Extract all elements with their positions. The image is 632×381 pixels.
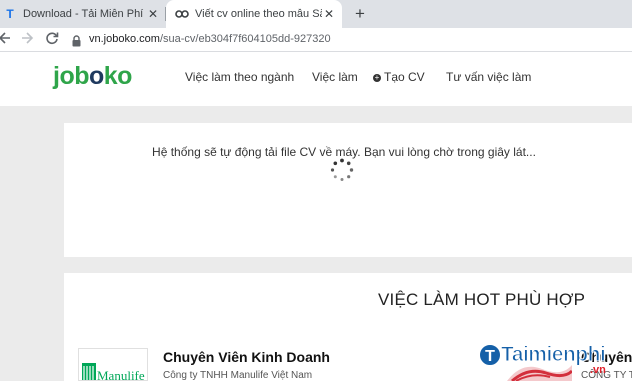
url-field[interactable]: vn.joboko.com/sua-cv/eb304f7f604105dd-92…	[89, 33, 331, 45]
tab-bar: T Download - Tải Miễn Phí VN - Ph ✕ Viết…	[0, 0, 632, 28]
hot-jobs-title: VIỆC LÀM HOT PHÙ HỢP	[378, 290, 586, 309]
nav-jobs-by-industry[interactable]: Việc làm theo ngành	[185, 70, 294, 84]
loading-card: Hệ thống sẽ tự động tải file CV về máy. …	[64, 123, 632, 257]
tab-title: Viết cv online theo mẫu Sắc màu	[195, 8, 322, 20]
taimienphi-watermark: T Taimienphi .vn	[478, 341, 632, 381]
nav-jobs[interactable]: Việc làm	[312, 70, 358, 84]
back-arrow-icon[interactable]	[0, 31, 12, 50]
nav-create-cv-label: Tạo CV	[384, 70, 425, 84]
logo-text-ko: ko	[103, 62, 133, 90]
job-title[interactable]: Chuyên Viên Kinh Doanh	[163, 349, 330, 365]
loading-spinner-icon	[330, 158, 354, 181]
logo-text-job: job	[53, 62, 90, 90]
reload-icon[interactable]	[45, 31, 59, 50]
tab-title: Download - Tải Miễn Phí VN - Ph	[23, 8, 146, 20]
watermark-badge: T	[478, 343, 502, 367]
close-tab-icon[interactable]: ✕	[322, 7, 336, 21]
job-company: Công ty TNHH Manulife Việt Nam	[163, 370, 313, 381]
forward-arrow-icon[interactable]	[20, 31, 34, 50]
lock-icon[interactable]	[72, 34, 81, 47]
address-toolbar: vn.joboko.com/sua-cv/eb304f7f604105dd-92…	[0, 28, 632, 52]
plus-circle-icon: +	[373, 73, 381, 82]
browser-tab-download[interactable]: T Download - Tải Miễn Phí VN - Ph ✕	[0, 0, 166, 28]
site-header: joboko Việc làm theo ngành Việc làm + Tạo…	[0, 53, 632, 106]
manulife-logo-text: Manulife	[97, 368, 145, 381]
taimienphi-favicon-icon: T	[6, 7, 14, 21]
browser-tab-joboko[interactable]: Viết cv online theo mẫu Sắc màu ✕	[166, 0, 342, 28]
url-domain: vn.joboko.com	[89, 33, 160, 45]
watermark-suffix: .vn	[590, 364, 606, 376]
close-tab-icon[interactable]: ✕	[146, 7, 160, 21]
new-tab-button[interactable]: +	[352, 5, 368, 23]
joboko-logo[interactable]: joboko	[53, 62, 132, 91]
nav-create-cv[interactable]: + Tạo CV	[373, 70, 425, 84]
nav-career-advice[interactable]: Tư vấn việc làm	[446, 70, 531, 84]
manulife-logo[interactable]: Manulife	[78, 348, 148, 381]
url-path: /sua-cv/eb304f7f604105dd-927320	[159, 33, 331, 45]
logo-text-o: o	[89, 62, 104, 90]
link-icon	[174, 6, 190, 22]
